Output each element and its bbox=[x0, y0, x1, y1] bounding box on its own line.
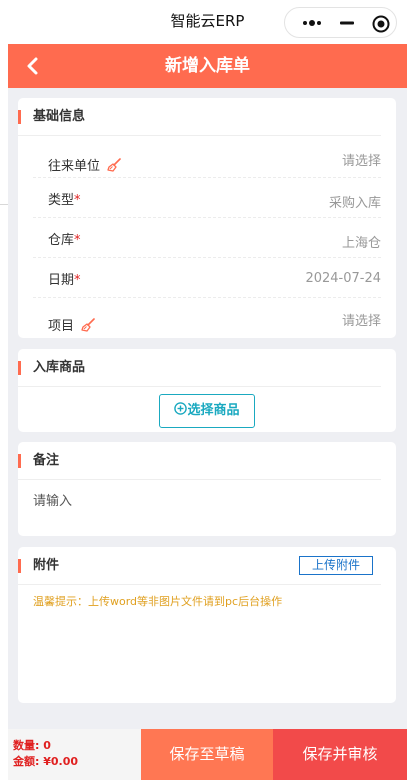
remark-input[interactable]: 请输入 bbox=[33, 490, 72, 509]
quantity-value: 0 bbox=[43, 739, 51, 752]
section-accent-bar bbox=[18, 454, 21, 468]
required-mark: * bbox=[74, 273, 81, 288]
select-goods-label: 选择商品 bbox=[187, 403, 240, 418]
capsule-menu bbox=[284, 7, 397, 38]
section-title: 基础信息 bbox=[33, 109, 86, 124]
remark-card: 备注 请输入 bbox=[18, 442, 396, 536]
basic-info-header: 基础信息 bbox=[18, 98, 381, 136]
field-value: 2024-07-24 bbox=[305, 271, 381, 286]
bottom-action-bar: 数量: 0 金额: ¥0.00 保存至草稿 保存并审核 bbox=[8, 729, 407, 780]
more-dots-icon bbox=[303, 20, 321, 26]
field-label: 仓库* bbox=[48, 229, 81, 248]
goods-header: 入库商品 bbox=[18, 349, 381, 387]
goods-card: 入库商品 选择商品 bbox=[18, 349, 396, 432]
amount-value: ¥0.00 bbox=[43, 755, 79, 768]
basic-info-card: 基础信息 往来单位 请选择 类型* 采购入库 仓库* 上海仓 日期* 2024-… bbox=[18, 98, 396, 338]
field-label-text: 类型 bbox=[48, 193, 75, 208]
navbar: 新增入库单 bbox=[8, 44, 407, 88]
field-type[interactable]: 类型* 采购入库 bbox=[33, 178, 381, 218]
page-title: 新增入库单 bbox=[165, 56, 250, 76]
required-mark: * bbox=[74, 193, 81, 208]
amount-summary: 金额: ¥0.00 bbox=[13, 753, 78, 769]
mini-program-topbar: 智能云ERP bbox=[8, 0, 407, 44]
attachment-tip: 温馨提示：上传word等非图片文件请到pc后台操作 bbox=[33, 595, 283, 608]
upload-attachment-button[interactable]: 上传附件 bbox=[299, 556, 373, 575]
field-label: 日期* bbox=[48, 269, 81, 288]
close-miniprogram-button[interactable] bbox=[361, 8, 401, 37]
clear-broom-icon[interactable] bbox=[107, 157, 121, 176]
field-label: 项目 bbox=[48, 315, 95, 336]
section-title: 附件 bbox=[33, 558, 60, 573]
save-and-approve-button[interactable]: 保存并审核 bbox=[273, 729, 407, 780]
amount-label: 金额: bbox=[13, 755, 40, 768]
target-circle-icon bbox=[372, 15, 390, 33]
select-goods-button[interactable]: 选择商品 bbox=[159, 394, 255, 428]
field-label-text: 日期 bbox=[48, 273, 75, 288]
clear-broom-icon[interactable] bbox=[81, 317, 95, 336]
phone-screen: 智能云ERP 新增入库单 基础信息 往来单位 请选择 类型* 采购入库 仓库* … bbox=[8, 0, 407, 780]
field-label-text: 往来单位 bbox=[48, 159, 101, 174]
background-divider bbox=[0, 204, 8, 205]
section-accent-bar bbox=[18, 361, 21, 375]
quantity-label: 数量: bbox=[13, 739, 40, 752]
plus-circle-icon bbox=[174, 402, 188, 415]
field-warehouse[interactable]: 仓库* 上海仓 bbox=[33, 218, 381, 258]
required-mark: * bbox=[74, 233, 81, 248]
field-value: 请选择 bbox=[341, 154, 381, 169]
remark-header: 备注 bbox=[18, 442, 381, 480]
save-draft-button[interactable]: 保存至草稿 bbox=[141, 729, 273, 780]
section-accent-bar bbox=[18, 110, 21, 124]
attachment-card: 附件 上传附件 温馨提示：上传word等非图片文件请到pc后台操作 bbox=[18, 547, 396, 703]
field-label-text: 项目 bbox=[48, 319, 75, 334]
section-title: 备注 bbox=[33, 453, 60, 468]
field-value: 采购入库 bbox=[328, 196, 381, 211]
field-label: 往来单位 bbox=[48, 155, 121, 176]
minus-icon bbox=[340, 21, 354, 25]
quantity-summary: 数量: 0 bbox=[13, 737, 51, 753]
field-label-text: 仓库 bbox=[48, 233, 75, 248]
section-accent-bar bbox=[18, 559, 21, 573]
attachment-header: 附件 上传附件 bbox=[18, 547, 381, 585]
field-value: 上海仓 bbox=[341, 236, 381, 251]
field-partner[interactable]: 往来单位 请选择 bbox=[33, 138, 381, 178]
field-date[interactable]: 日期* 2024-07-24 bbox=[33, 258, 381, 298]
field-label: 类型* bbox=[48, 189, 81, 208]
field-project[interactable]: 项目 请选择 bbox=[33, 298, 381, 338]
field-value: 请选择 bbox=[341, 314, 381, 329]
section-title: 入库商品 bbox=[33, 360, 86, 375]
